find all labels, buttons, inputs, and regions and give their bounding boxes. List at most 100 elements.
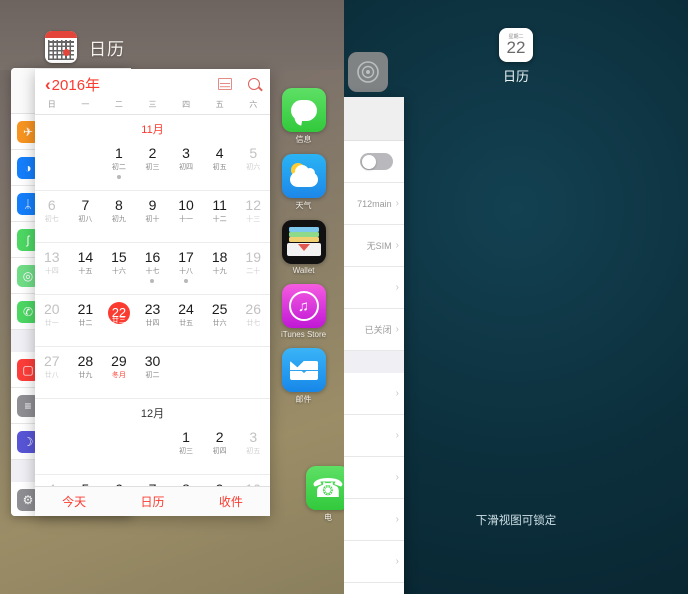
left-calendar-tab[interactable]: 收件: [192, 493, 270, 510]
day-number: 6: [47, 197, 56, 213]
settings-row[interactable]: 无SIM ›: [344, 225, 404, 267]
event-dot: [116, 174, 121, 179]
chevron-right-icon: ›: [395, 388, 399, 399]
left-calendar-back-button[interactable]: ‹ 2016年: [45, 74, 100, 95]
calendar-day-cell[interactable]: 25 廿六: [202, 295, 237, 347]
left-calendar-tab[interactable]: 今天: [35, 493, 113, 510]
lunar-label: 初八: [78, 215, 93, 223]
settings-row[interactable]: 712main ›: [344, 183, 404, 225]
lunar-label: 初六: [246, 163, 261, 171]
left-calendar-tab[interactable]: 日历: [113, 493, 191, 510]
calendar-day-cell[interactable]: 26 廿七: [236, 295, 270, 347]
calendar-day-cell[interactable]: 1 初二: [102, 139, 136, 191]
calendar-day-cell[interactable]: 16 十七: [135, 243, 170, 295]
right-app-header[interactable]: 星期二 22 日历: [344, 28, 688, 85]
calendar-day-cell[interactable]: 7 初八: [68, 191, 103, 243]
calendar-day-cell[interactable]: 24 廿五: [169, 295, 203, 347]
day-number: 28: [77, 353, 94, 369]
calendar-day-cell[interactable]: 4 初五: [202, 139, 237, 191]
settings-row[interactable]: ›: [344, 373, 404, 415]
left-panel-app-column[interactable]: 信息天气 Wallet ♫ iTunes Store 邮件: [281, 88, 326, 405]
weekday-3: 三: [148, 100, 157, 109]
calendar-day-cell[interactable]: 21 廿二: [68, 295, 103, 347]
calendar-day-cell[interactable]: 13 十四: [35, 243, 69, 295]
lunar-label: 十九: [212, 267, 227, 275]
settings-row[interactable]: ›: [344, 583, 404, 594]
calendar-day-cell[interactable]: 20 廿一: [35, 295, 69, 347]
settings-row[interactable]: 已关闭 ›: [344, 309, 404, 351]
calendar-day-cell[interactable]: 1 初三: [169, 423, 203, 475]
calendar-day-cell[interactable]: 17 十八: [169, 243, 203, 295]
calendar-day-cell[interactable]: 15 十六: [102, 243, 136, 295]
itunes-store-icon: ♫: [281, 284, 326, 328]
day-number: 7: [81, 197, 90, 213]
lunar-label: 二十: [246, 267, 261, 275]
messages-app[interactable]: 信息: [281, 88, 326, 145]
calendar-day-cell[interactable]: 6 初七: [35, 191, 69, 243]
messages-icon: [281, 88, 326, 132]
calendar-day-cell[interactable]: 27 廿八: [35, 347, 69, 399]
calendar-day-cell[interactable]: 22 廿三: [102, 295, 136, 347]
mail-app[interactable]: 邮件: [281, 348, 326, 405]
settings-row[interactable]: ›: [344, 267, 404, 309]
left-calendar-month-dec-label: 12月: [140, 408, 165, 420]
settings-card-header: [344, 97, 404, 141]
left-calendar-grid-november[interactable]: 1 初二 2 初三 3 初四 4 初五 5 初六 6 初七 7 初八 8 初九 9 初十 10 十一 11 十二 12 十三 1…: [35, 139, 270, 399]
phone-app[interactable]: ☎ 电: [306, 466, 344, 523]
calendar-day-cell[interactable]: 23 廿四: [135, 295, 170, 347]
right-app-title: 日历: [502, 69, 529, 84]
left-calendar-year-label: 2016年: [51, 76, 101, 94]
calendar-day-cell[interactable]: 19 二十: [236, 243, 270, 295]
list-icon[interactable]: [218, 78, 232, 90]
calendar-empty-cell: [68, 139, 103, 191]
calendar-day-cell[interactable]: 8 初九: [102, 191, 136, 243]
calendar-day-cell[interactable]: 30 初二: [135, 347, 170, 399]
day-number: 5: [249, 145, 258, 161]
day-number: 4: [215, 145, 224, 161]
settings-row-value: 已关闭: [364, 325, 392, 335]
mail-icon: [281, 348, 326, 392]
settings-row-value: 无SIM: [366, 241, 392, 251]
lunar-label: 十二: [212, 215, 227, 223]
calendar-day-cell[interactable]: 2 初四: [202, 423, 237, 475]
calendar-day-cell[interactable]: 5 初六: [236, 139, 270, 191]
calendar-day-cell[interactable]: 3 初四: [169, 139, 203, 191]
right-panel-multitask-view: 设置 712main›无SIM››已关闭››››››› 星期二 22 日历 ‹ …: [344, 0, 688, 594]
left-calendar-month-nov-label: 11月: [141, 124, 164, 136]
itunes-store-app-label: iTunes Store: [281, 330, 327, 339]
left-calendar-bottom-bar[interactable]: 今天 日历 收件: [35, 486, 270, 516]
calendar-day-cell[interactable]: 28 廿九: [68, 347, 103, 399]
calendar-day-cell[interactable]: 2 初三: [135, 139, 170, 191]
settings-row[interactable]: ›: [344, 541, 404, 583]
calendar-day-cell[interactable]: 11 十二: [202, 191, 237, 243]
day-number: 14: [77, 249, 94, 265]
day-number: 2: [148, 145, 157, 161]
bubble-shape: [290, 99, 317, 121]
left-panel-multitask-view: 日历 ✈◑ᛦʃ◎✆▢≡☽⚙AA ‹ 2016年 日一二三四五六 11月 1初二2…: [0, 0, 344, 594]
calendar-day-cell[interactable]: 14 十五: [68, 243, 103, 295]
settings-row[interactable]: ›: [344, 457, 404, 499]
day-number: 25: [211, 301, 228, 317]
weather-app[interactable]: 天气: [281, 154, 326, 211]
calendar-day-cell[interactable]: 29 冬月: [102, 347, 136, 399]
lunar-label: 廿八: [44, 371, 59, 379]
wallet-app[interactable]: Wallet: [281, 220, 326, 275]
chevron-right-icon: ›: [395, 198, 399, 209]
calendar-day-cell[interactable]: 18 十九: [202, 243, 237, 295]
calendar-day-cell[interactable]: 9 初十: [135, 191, 170, 243]
airplane-mode-toggle[interactable]: [360, 153, 393, 170]
lunar-label: 廿五: [179, 319, 194, 327]
wallet-app-label: Wallet: [292, 266, 315, 275]
day-number: 13: [43, 249, 60, 265]
calendar-day-cell[interactable]: 10 十一: [169, 191, 203, 243]
day-number: 11: [212, 197, 227, 213]
settings-row[interactable]: [344, 141, 404, 183]
settings-row[interactable]: ›: [344, 415, 404, 457]
left-app-header[interactable]: 日历: [45, 31, 125, 63]
search-icon[interactable]: [248, 78, 260, 90]
itunes-store-app[interactable]: ♫ iTunes Store: [281, 284, 326, 339]
left-calendar-card[interactable]: ‹ 2016年 日 一 二 三 四 五 六 11月 1 初二 2 初三 3 初四 4 初五 5 初六 6 初七 7 初…: [35, 69, 270, 516]
calendar-day-cell[interactable]: 12 十三: [236, 191, 270, 243]
calendar-empty-cell: [35, 423, 69, 475]
calendar-day-cell[interactable]: 3 初五: [236, 423, 270, 475]
